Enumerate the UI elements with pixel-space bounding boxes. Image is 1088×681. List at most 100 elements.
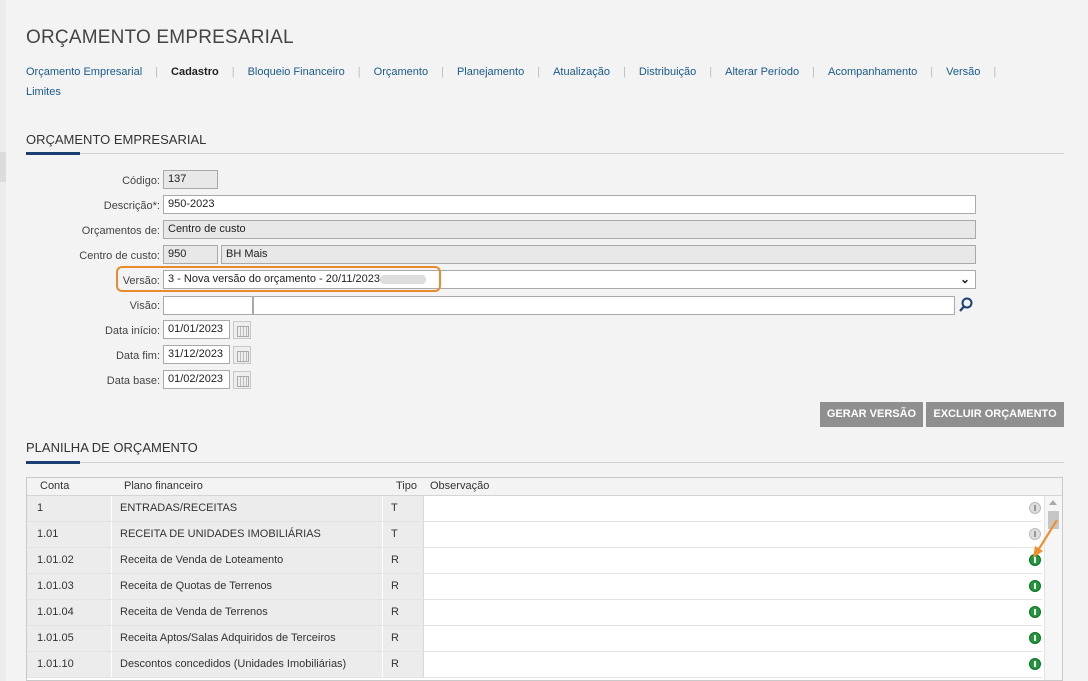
cell-plano-financeiro: ENTRADAS/RECEITAS bbox=[111, 496, 382, 521]
table-row[interactable]: 1.01.03 Receita de Quotas de Terrenos R bbox=[27, 574, 1042, 600]
cell-observacao-input[interactable] bbox=[423, 522, 1024, 547]
nav-item-cadastro[interactable]: Cadastro bbox=[171, 66, 219, 78]
cell-tipo: T bbox=[382, 496, 423, 521]
nav-item-acompanhamento[interactable]: Acompanhamento bbox=[828, 66, 917, 78]
nav-item-atualizacao[interactable]: Atualização bbox=[553, 66, 610, 78]
cell-tipo: R bbox=[382, 548, 423, 573]
data-fim-input[interactable]: 31/12/2023 bbox=[163, 345, 230, 364]
table-row[interactable]: 1.01.04 Receita de Venda de Terrenos R bbox=[27, 600, 1042, 626]
table-body: 1 ENTRADAS/RECEITAS T 1.01 RECEITA DE UNIDAD… bbox=[27, 496, 1042, 678]
nav-item-alterar-periodo[interactable]: Alterar Período bbox=[725, 66, 799, 78]
nav-item-distribuicao[interactable]: Distribuição bbox=[639, 66, 696, 78]
nav-item-bloqueio-financeiro[interactable]: Bloqueio Financeiro bbox=[248, 66, 345, 78]
cell-conta: 1.01.05 bbox=[27, 626, 111, 651]
table-row[interactable]: 1.01 RECEITA DE UNIDADES IMOBILIÁRIAS T bbox=[27, 522, 1042, 548]
calendar-icon[interactable] bbox=[233, 321, 251, 339]
planilha-table: Conta Plano financeiro Tipo Observação 1… bbox=[26, 477, 1063, 681]
form-section-divider bbox=[26, 152, 1064, 155]
nav-separator: | bbox=[622, 66, 626, 78]
nav-separator: | bbox=[231, 66, 235, 78]
table-row[interactable]: 1.01.02 Receita de Venda de Loteamento R bbox=[27, 548, 1042, 574]
nav-separator: | bbox=[537, 66, 541, 78]
cell-plano-financeiro: Receita Aptos/Salas Adquiridos de Tercei… bbox=[111, 626, 382, 651]
table-row[interactable]: 1.01.05 Receita Aptos/Salas Adquiridos de… bbox=[27, 626, 1042, 652]
data-base-input[interactable]: 01/02/2023 bbox=[163, 370, 230, 389]
cell-plano-financeiro: Receita de Venda de Loteamento bbox=[111, 548, 382, 573]
orcamentos-de-field: Centro de custo bbox=[163, 220, 976, 239]
column-header-observacao[interactable]: Observação bbox=[430, 478, 489, 495]
visao-name-input[interactable] bbox=[253, 296, 955, 315]
data-inicio-label: Data início: bbox=[104, 325, 160, 337]
nav-separator: | bbox=[357, 66, 361, 78]
nav-item-orcamento[interactable]: Orçamento bbox=[374, 66, 428, 78]
nav-item-orcamento-empresarial[interactable]: Orçamento Empresarial bbox=[26, 66, 142, 78]
cell-tipo: R bbox=[382, 574, 423, 599]
column-header-tipo[interactable]: Tipo bbox=[396, 478, 417, 495]
cell-tipo: T bbox=[382, 522, 423, 547]
visao-label: Visão: bbox=[129, 300, 160, 312]
cell-tipo: R bbox=[382, 600, 423, 625]
cell-observacao-input[interactable] bbox=[423, 548, 1024, 573]
chevron-down-icon[interactable]: ⌄ bbox=[960, 272, 970, 286]
annotation-arrow-icon bbox=[1033, 519, 1058, 558]
page-title: ORÇAMENTO EMPRESARIAL bbox=[26, 27, 294, 48]
cell-plano-financeiro: Descontos concedidos (Unidades Imobiliár… bbox=[111, 652, 382, 677]
nav-separator: | bbox=[709, 66, 713, 78]
nav-separator: | bbox=[812, 66, 815, 78]
cell-observacao-input[interactable] bbox=[423, 626, 1024, 651]
cell-conta: 1.01.02 bbox=[27, 548, 111, 573]
left-edge-strip bbox=[0, 0, 6, 681]
money-icon[interactable] bbox=[1029, 580, 1041, 592]
section-accent-bar bbox=[26, 461, 80, 464]
column-header-plano[interactable]: Plano financeiro bbox=[124, 478, 203, 495]
scroll-up-arrow[interactable] bbox=[1049, 500, 1057, 505]
planilha-section-title: PLANILHA DE ORÇAMENTO bbox=[26, 440, 198, 455]
section-accent-bar bbox=[26, 152, 80, 155]
money-icon[interactable] bbox=[1029, 658, 1041, 670]
form-section-title: ORÇAMENTO EMPRESARIAL bbox=[26, 132, 207, 147]
cell-conta: 1 bbox=[27, 496, 111, 521]
data-base-label: Data base: bbox=[106, 375, 160, 387]
planilha-section-divider bbox=[26, 461, 1064, 464]
column-header-conta[interactable]: Conta bbox=[40, 478, 69, 495]
codigo-label: Código: bbox=[122, 175, 160, 187]
table-row[interactable]: 1.01.10 Descontos concedidos (Unidades Im… bbox=[27, 652, 1042, 678]
codigo-field: 137 bbox=[163, 170, 218, 189]
nav-separator: | bbox=[993, 66, 997, 78]
nav-item-planejamento[interactable]: Planejamento bbox=[457, 66, 524, 78]
cell-conta: 1.01.03 bbox=[27, 574, 111, 599]
centro-custo-code-field: 950 bbox=[163, 245, 218, 264]
gerar-versao-button[interactable]: GERAR VERSÃO bbox=[820, 402, 923, 427]
cell-plano-financeiro: RECEITA DE UNIDADES IMOBILIÁRIAS bbox=[111, 522, 382, 547]
cell-conta: 1.01.04 bbox=[27, 600, 111, 625]
centro-custo-label: Centro de custo: bbox=[79, 250, 160, 262]
orcamentos-de-label: Orçamentos de: bbox=[81, 225, 160, 237]
money-icon[interactable] bbox=[1029, 606, 1041, 618]
nav-item-versao[interactable]: Versão bbox=[946, 66, 980, 78]
cell-observacao-input[interactable] bbox=[423, 574, 1024, 599]
excluir-orcamento-button[interactable]: EXCLUIR ORÇAMENTO bbox=[926, 402, 1064, 427]
cell-observacao-input[interactable] bbox=[423, 652, 1024, 677]
cell-conta: 1.01 bbox=[27, 522, 111, 547]
calendar-icon[interactable] bbox=[233, 371, 251, 389]
money-icon[interactable] bbox=[1029, 502, 1041, 514]
calendar-icon[interactable] bbox=[233, 346, 251, 364]
data-fim-label: Data fim: bbox=[115, 350, 160, 362]
cell-plano-financeiro: Receita de Venda de Terrenos bbox=[111, 600, 382, 625]
table-row[interactable]: 1 ENTRADAS/RECEITAS T bbox=[27, 496, 1042, 522]
visao-code-input[interactable] bbox=[163, 296, 253, 315]
money-icon[interactable] bbox=[1029, 632, 1041, 644]
cell-observacao-input[interactable] bbox=[423, 496, 1024, 521]
versao-highlight-annotation bbox=[116, 266, 441, 292]
descricao-input[interactable]: 950-2023 bbox=[163, 195, 976, 214]
cell-tipo: R bbox=[382, 626, 423, 651]
search-icon[interactable] bbox=[958, 297, 974, 313]
cell-tipo: R bbox=[382, 652, 423, 677]
data-inicio-input[interactable]: 01/01/2023 bbox=[163, 320, 230, 339]
nav-separator: | bbox=[155, 66, 159, 78]
nav-separator: | bbox=[930, 66, 934, 78]
cell-observacao-input[interactable] bbox=[423, 600, 1024, 625]
centro-custo-name-field: BH Mais bbox=[221, 245, 976, 264]
descricao-label: Descrição*: bbox=[103, 200, 160, 212]
nav-item-limites[interactable]: Limites bbox=[26, 86, 61, 98]
